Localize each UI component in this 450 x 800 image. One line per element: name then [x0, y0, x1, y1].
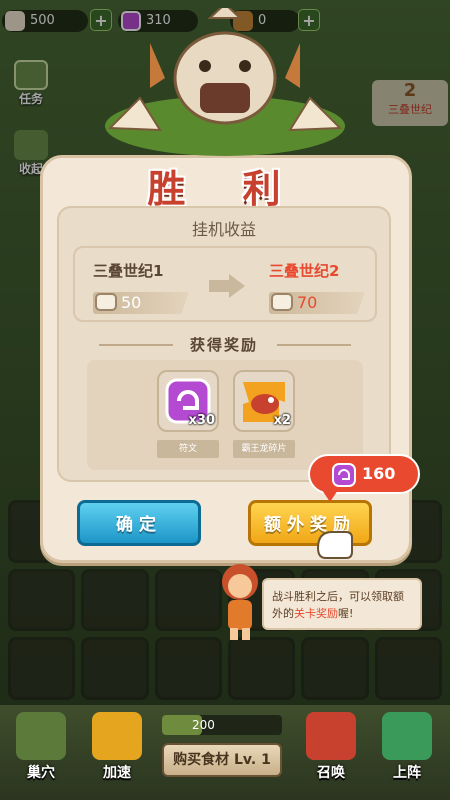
summon-button[interactable]: 召唤 [300, 712, 362, 782]
bone-icon [95, 293, 117, 311]
era-progress: 三叠世纪1 50 三叠世纪2 70 [73, 246, 377, 322]
trex-skull-icon [105, 8, 345, 156]
speed-button[interactable]: 加速 [86, 712, 148, 782]
arrow-right-head [229, 274, 245, 298]
reward-label: 符文 [157, 440, 219, 458]
buy-food-panel[interactable]: 200 购买食材 Lv. 1 [162, 715, 282, 779]
deploy-icon [382, 712, 432, 760]
speed-label: 加速 [103, 765, 131, 781]
deploy-label: 上阵 [393, 765, 421, 781]
pointing-hand-icon [316, 531, 353, 559]
food-progress-bar: 200 [162, 715, 282, 735]
gem-icon [332, 463, 356, 487]
era-from-value: 50 [121, 293, 142, 312]
summon-icon [306, 712, 356, 760]
buy-food-button[interactable]: 购买食材 Lv. 1 [162, 743, 282, 777]
section-title: 挂机收益 [191, 220, 256, 239]
confirm-button[interactable]: 确定 [77, 500, 201, 546]
nest-icon [16, 712, 66, 760]
badge-tail [322, 490, 338, 502]
divider-right [277, 344, 351, 346]
extra-cost-badge: 160 [308, 454, 420, 494]
reward-panel: 挂机收益 三叠世纪1 50 三叠世纪2 70 获得奖励 x30 符文 x2 霸王… [57, 206, 391, 482]
tip-highlight: 关卡奖励 [294, 607, 338, 620]
food-amount: 200 [192, 718, 215, 732]
tip-bubble: 战斗胜利之后，可以领取额外的关卡奖励喔! [262, 578, 422, 630]
era-from-name: 三叠世纪1 [93, 262, 164, 280]
speed-icon [92, 712, 142, 760]
reward-label: 霸王龙碎片 [233, 440, 295, 458]
reward-count: x30 [188, 413, 215, 428]
deploy-button[interactable]: 上阵 [376, 712, 438, 782]
arrow-right-icon [209, 280, 229, 292]
era-to-value: 70 [297, 293, 318, 312]
reward-count: x2 [273, 413, 291, 428]
reward-list: x30 符文 x2 霸王龙碎片 [87, 360, 363, 470]
tip-text-after: 喔! [338, 607, 354, 620]
nest-button[interactable]: 巢穴 [10, 712, 72, 782]
victory-title: 胜 利 [147, 167, 303, 211]
reward-item-trex-shard[interactable]: x2 [233, 370, 295, 432]
era-to-name: 三叠世纪2 [269, 262, 340, 280]
nest-label: 巢穴 [27, 765, 55, 781]
bone-icon [271, 293, 293, 311]
summon-label: 召唤 [317, 765, 345, 781]
extra-cost: 160 [362, 464, 396, 483]
reward-item-rune[interactable]: x30 [157, 370, 219, 432]
